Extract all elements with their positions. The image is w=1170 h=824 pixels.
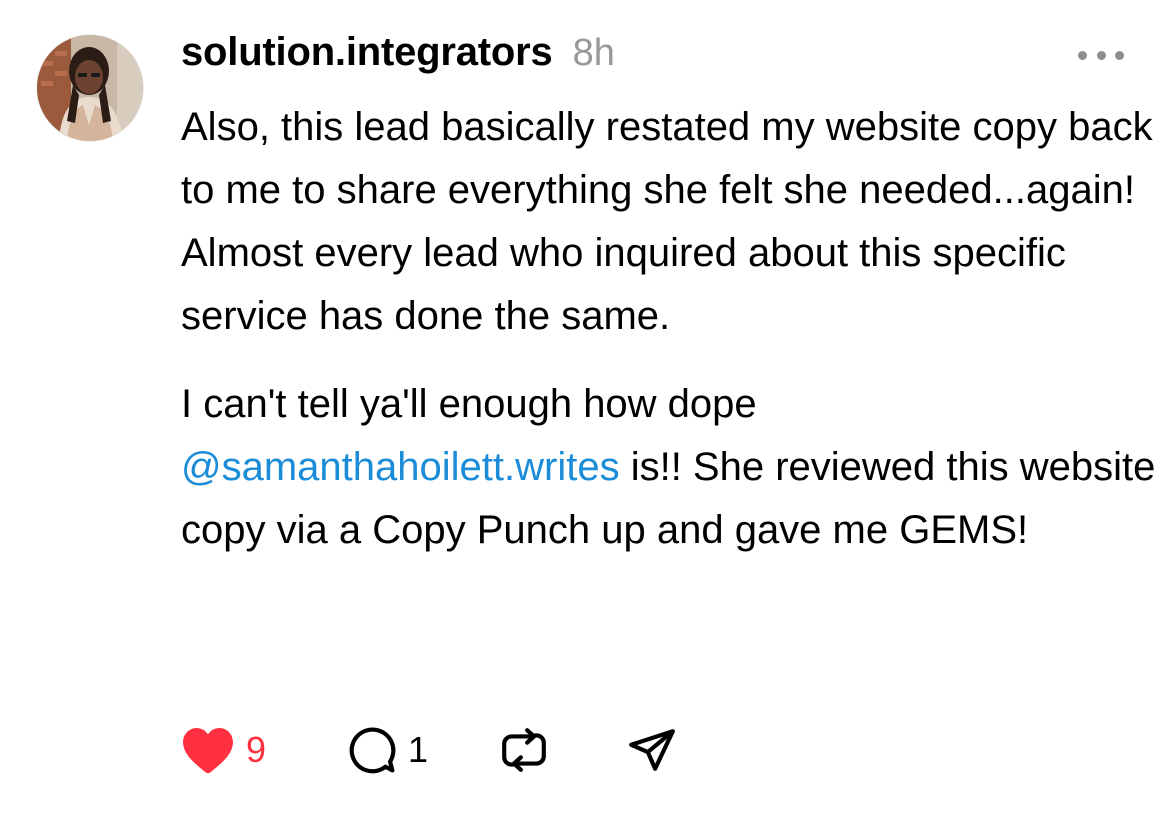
more-dot bbox=[1078, 50, 1087, 60]
more-options-icon[interactable] bbox=[1078, 44, 1124, 66]
repost-icon bbox=[502, 728, 546, 772]
reply-count: 1 bbox=[408, 729, 429, 770]
heart-filled-icon bbox=[183, 727, 233, 774]
like-button[interactable]: 9 bbox=[180, 722, 266, 778]
paper-plane-icon bbox=[629, 729, 675, 771]
post-paragraph-2: I can't tell ya'll enough how dope @sama… bbox=[181, 373, 1156, 562]
post-paragraph-1: Also, this lead basically restated my we… bbox=[181, 105, 1153, 338]
post-header: solution.integrators 8h bbox=[181, 30, 615, 86]
mention-link[interactable]: @samanthahoilett.writes bbox=[181, 445, 620, 489]
username-link[interactable]: solution.integrators bbox=[181, 30, 553, 75]
profile-photo-icon bbox=[37, 35, 143, 141]
reply-button[interactable]: 1 bbox=[346, 722, 428, 778]
repost-button[interactable] bbox=[498, 722, 550, 778]
action-bar: 9 1 bbox=[180, 722, 780, 778]
thread-post: solution.integrators 8h Also, this lead … bbox=[0, 0, 1170, 824]
avatar[interactable] bbox=[37, 35, 143, 141]
speech-bubble-icon bbox=[349, 727, 396, 774]
post-timestamp: 8h bbox=[572, 32, 615, 74]
more-dot bbox=[1115, 50, 1124, 60]
post-body: Also, this lead basically restated my we… bbox=[181, 96, 1156, 562]
share-button[interactable] bbox=[626, 722, 678, 778]
like-count: 9 bbox=[246, 729, 267, 770]
more-dot bbox=[1096, 50, 1106, 60]
paragraph-2-text-start: I can't tell ya'll enough how dope bbox=[181, 382, 757, 426]
